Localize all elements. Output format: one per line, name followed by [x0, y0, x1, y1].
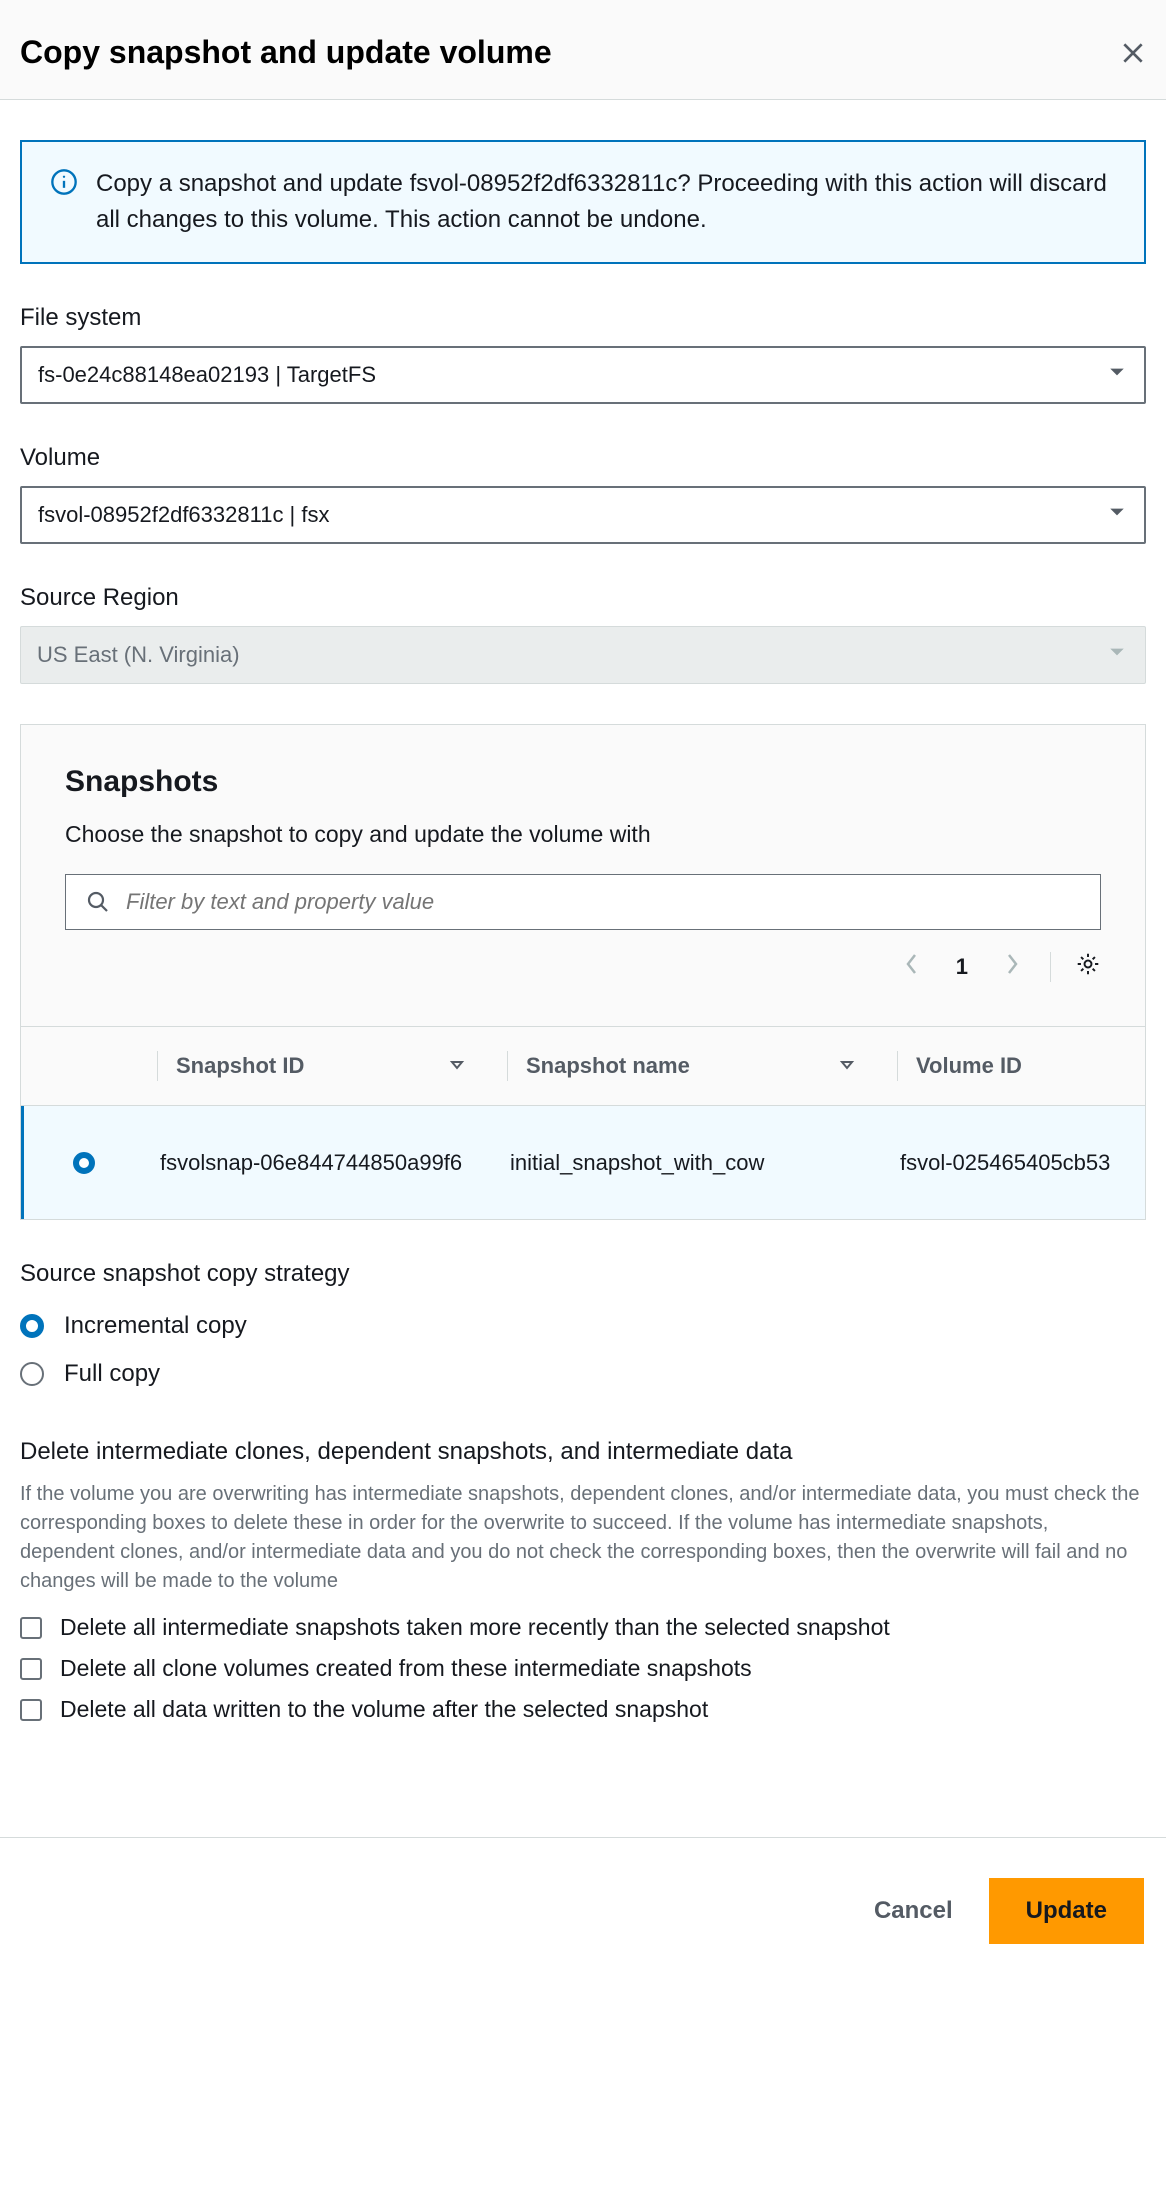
volume-label: Volume: [20, 444, 1146, 472]
prev-page-button[interactable]: [898, 948, 926, 986]
info-alert: Copy a snapshot and update fsvol-08952f2…: [20, 140, 1146, 264]
modal-title: Copy snapshot and update volume: [20, 34, 552, 71]
divider: [1050, 952, 1051, 982]
col-snapshot-id[interactable]: Snapshot ID: [141, 1027, 491, 1105]
volume-value: fsvol-08952f2df6332811c | fsx: [20, 486, 1146, 544]
cancel-button[interactable]: Cancel: [866, 1881, 961, 1941]
file-system-select[interactable]: fs-0e24c88148ea02193 | TargetFS: [20, 346, 1146, 404]
modal-header: Copy snapshot and update volume: [0, 0, 1166, 100]
next-page-button[interactable]: [998, 948, 1026, 986]
settings-button[interactable]: [1075, 951, 1101, 983]
cell-snapshot-name: initial_snapshot_with_cow: [494, 1106, 884, 1219]
table-header: Snapshot ID Snapshot name Volume ID: [21, 1026, 1145, 1106]
file-system-label: File system: [20, 304, 1146, 332]
checkbox-icon: [20, 1699, 42, 1721]
pagination: 1: [65, 942, 1101, 996]
source-region-label: Source Region: [20, 584, 1146, 612]
row-radio-selected[interactable]: [73, 1152, 95, 1174]
cell-snapshot-id: fsvolsnap-06e844744850a99f6: [144, 1106, 494, 1219]
snapshot-filter[interactable]: [65, 874, 1101, 930]
checkbox-icon: [20, 1658, 42, 1680]
close-icon: [1120, 40, 1146, 66]
radio-incremental-copy[interactable]: Incremental copy: [20, 1312, 1146, 1340]
radio-icon-selected: [20, 1314, 44, 1338]
checkbox-delete-data[interactable]: Delete all data written to the volume af…: [20, 1696, 1146, 1723]
sort-icon: [839, 1053, 855, 1079]
cell-volume-id: fsvol-025465405cb53: [884, 1106, 1145, 1219]
update-button[interactable]: Update: [989, 1878, 1144, 1944]
snapshots-panel: Snapshots Choose the snapshot to copy an…: [20, 724, 1146, 1220]
checkbox-delete-clones[interactable]: Delete all clone volumes created from th…: [20, 1655, 1146, 1682]
page-number: 1: [950, 954, 974, 980]
delete-section-title: Delete intermediate clones, dependent sn…: [20, 1438, 1146, 1466]
col-volume-id[interactable]: Volume ID: [881, 1027, 1145, 1105]
source-region-value: US East (N. Virginia): [20, 626, 1146, 684]
table-row[interactable]: fsvolsnap-06e844744850a99f6 initial_snap…: [21, 1106, 1145, 1219]
file-system-value: fs-0e24c88148ea02193 | TargetFS: [20, 346, 1146, 404]
info-icon: [50, 168, 78, 196]
copy-strategy-label: Source snapshot copy strategy: [20, 1260, 1146, 1288]
sort-icon: [449, 1053, 465, 1079]
snapshots-title: Snapshots: [65, 765, 1101, 799]
checkbox-icon: [20, 1617, 42, 1639]
alert-text: Copy a snapshot and update fsvol-08952f2…: [96, 166, 1116, 238]
gear-icon: [1075, 951, 1101, 977]
modal-footer: Cancel Update: [0, 1837, 1166, 1984]
radio-icon: [20, 1362, 44, 1386]
checkbox-delete-snapshots[interactable]: Delete all intermediate snapshots taken …: [20, 1614, 1146, 1641]
filter-input[interactable]: [66, 875, 1100, 929]
radio-full-copy[interactable]: Full copy: [20, 1360, 1146, 1388]
modal-copy-snapshot: Copy snapshot and update volume Copy a s…: [0, 0, 1166, 1984]
source-region-select: US East (N. Virginia): [20, 626, 1146, 684]
volume-select[interactable]: fsvol-08952f2df6332811c | fsx: [20, 486, 1146, 544]
snapshots-subtitle: Choose the snapshot to copy and update t…: [65, 821, 1101, 848]
delete-section-help: If the volume you are overwriting has in…: [20, 1480, 1146, 1596]
search-icon: [86, 890, 110, 914]
col-snapshot-name[interactable]: Snapshot name: [491, 1027, 881, 1105]
close-button[interactable]: [1120, 40, 1146, 66]
